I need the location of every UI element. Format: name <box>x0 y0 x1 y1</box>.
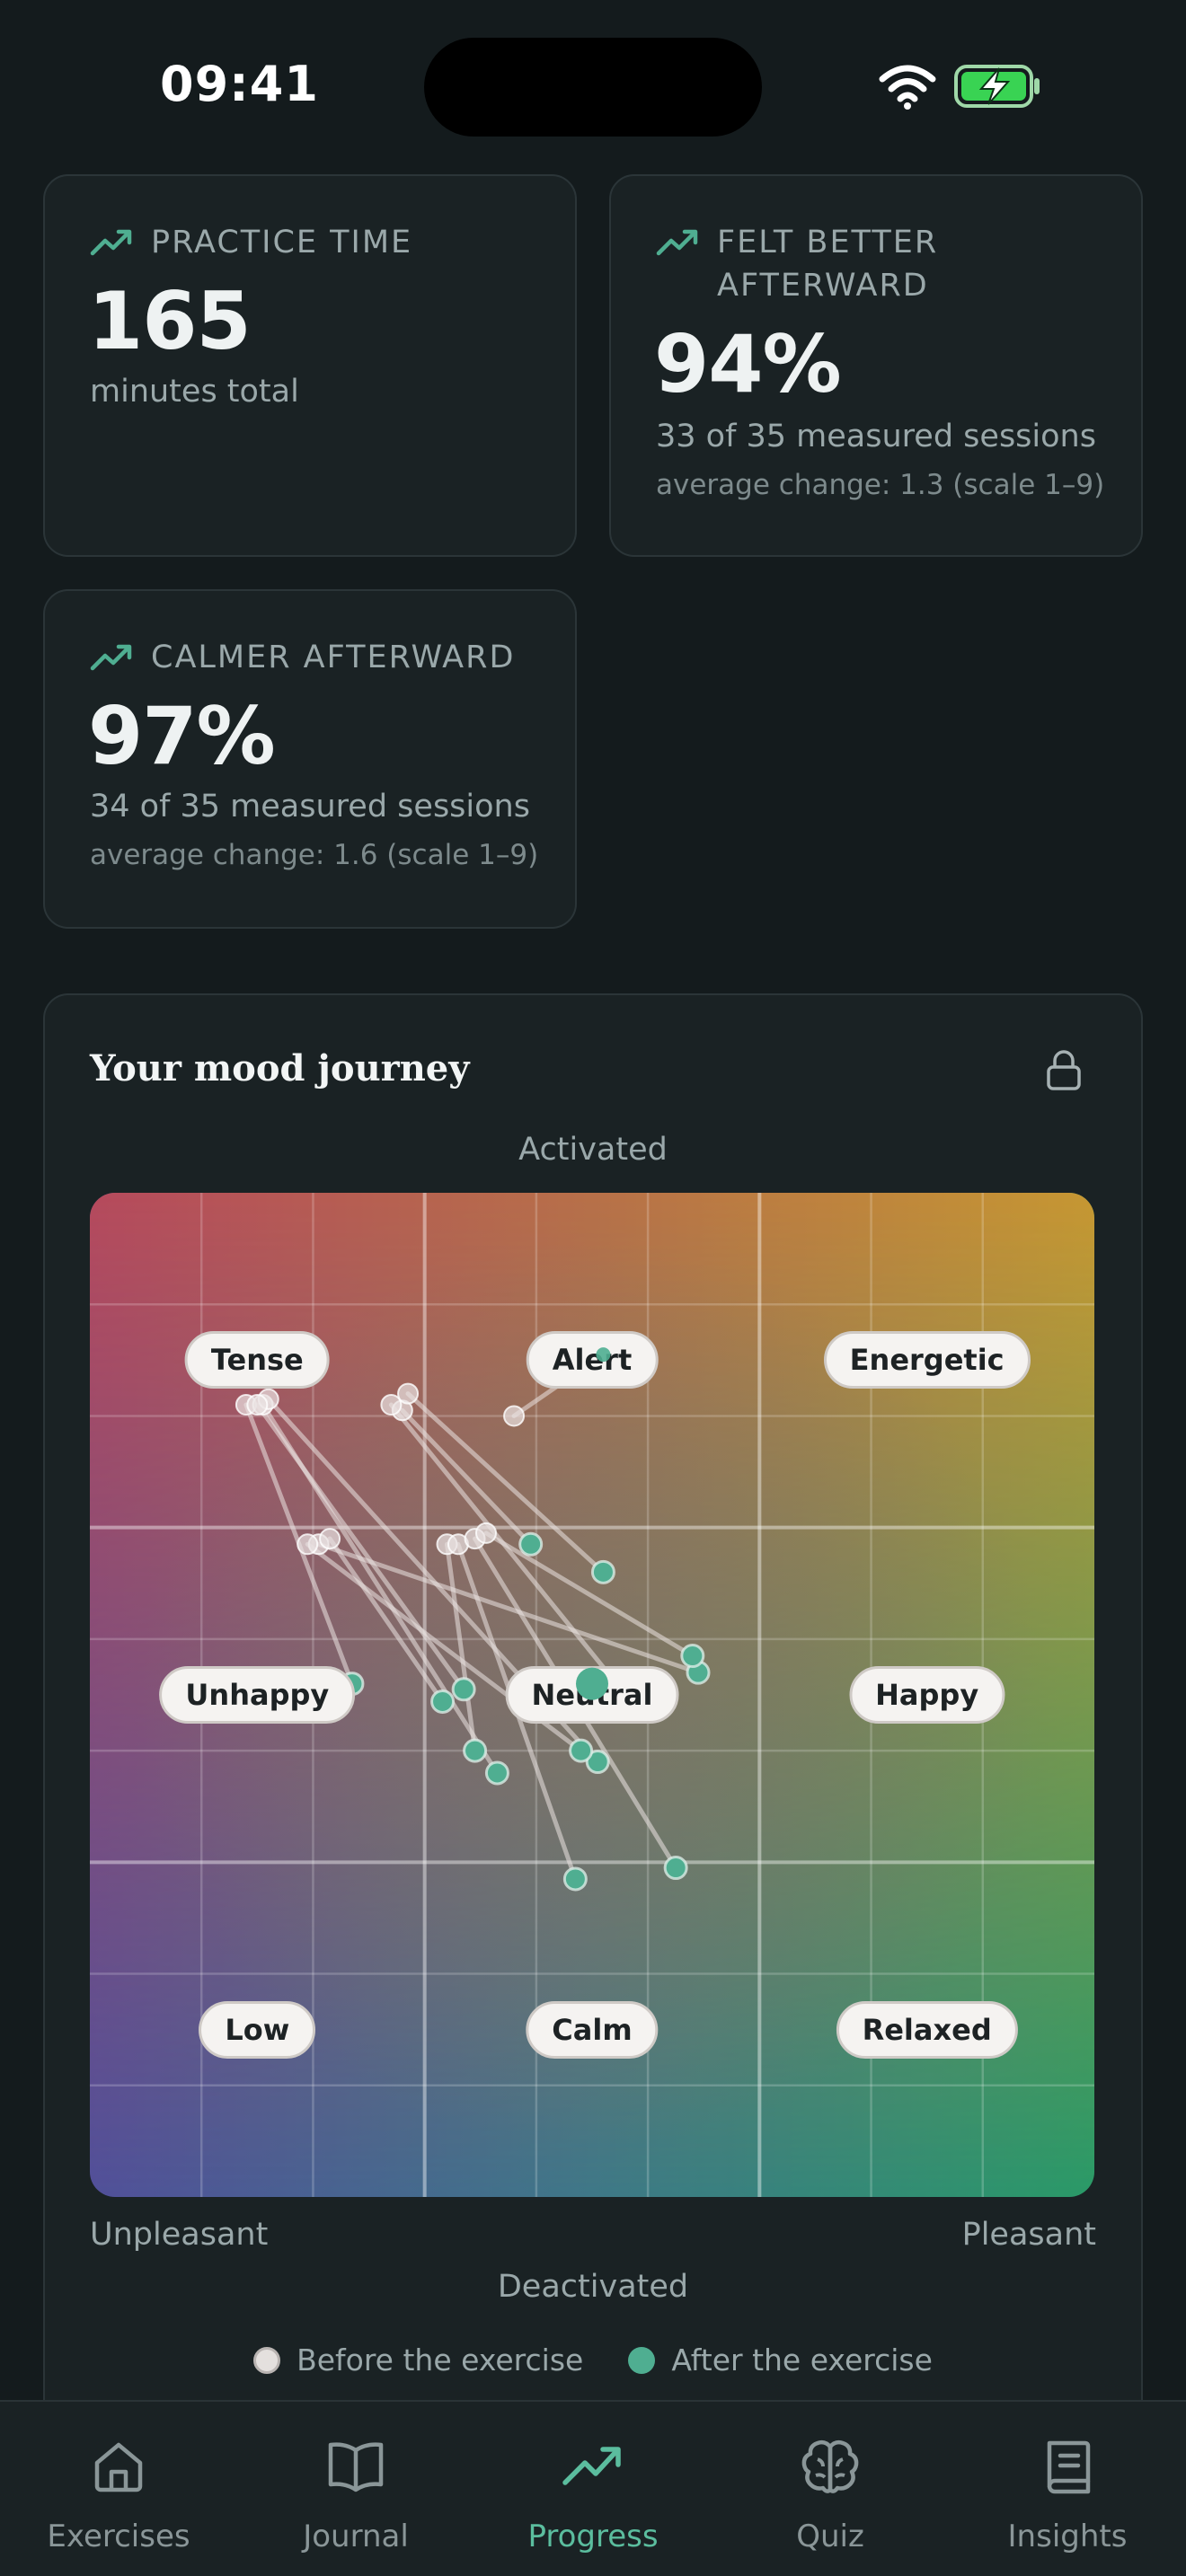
battery-charging-icon <box>954 65 1040 108</box>
stat-average-change: average change: 1.6 (scale 1–9) <box>90 839 539 871</box>
notebook-icon <box>1047 2440 1091 2494</box>
latest-after-point <box>576 1667 608 1700</box>
book-open-icon <box>328 2442 384 2492</box>
stat-subtitle: minutes total <box>90 374 299 410</box>
nav-progress[interactable]: Progress <box>474 2402 712 2576</box>
axis-label-pleasant: Pleasant <box>961 2217 1096 2253</box>
status-time: 09:41 <box>160 56 319 112</box>
nav-quiz[interactable]: Quiz <box>712 2402 949 2576</box>
trending-up-icon <box>90 644 132 671</box>
calmer-card: CALMER AFTERWARD 97% 34 of 35 measured s… <box>43 589 577 929</box>
mood-journey-card: Your mood journey Activated Tense Alert … <box>43 993 1143 2430</box>
stat-subtitle: 34 of 35 measured sessions <box>90 789 530 825</box>
legend-after-dot <box>628 2346 656 2374</box>
trending-up-icon <box>562 2447 621 2485</box>
dynamic-island <box>424 38 762 137</box>
bottom-nav: Exercises Journal Progress Quiz Insights <box>0 2400 1186 2576</box>
stat-label: PRACTICE TIME <box>151 225 413 260</box>
mood-grid: TenseAlertEnergeticUnhappyNeutralHappyLo… <box>90 1193 1094 2197</box>
nav-journal[interactable]: Journal <box>237 2402 474 2576</box>
nav-label: Progress <box>527 2519 659 2554</box>
status-bar: 09:41 <box>0 0 1186 171</box>
legend-before-label: Before the exercise <box>296 2342 584 2378</box>
legend-before-dot <box>253 2346 281 2374</box>
felt-better-card: FELT BETTER AFTERWARD 94% 33 of 35 measu… <box>609 174 1143 557</box>
practice-time-card: PRACTICE TIME 165 minutes total <box>43 174 577 557</box>
stat-label: CALMER AFTERWARD <box>151 640 516 675</box>
legend-after-label: After the exercise <box>671 2342 933 2378</box>
stat-value: 165 <box>88 275 252 367</box>
stat-subtitle: 33 of 35 measured sessions <box>656 419 1096 454</box>
axis-label-activated: Activated <box>518 1132 668 1168</box>
nav-label: Insights <box>1007 2519 1128 2554</box>
stat-average-change: average change: 1.3 (scale 1–9) <box>656 469 1105 501</box>
brain-icon <box>801 2439 859 2493</box>
stat-value: 97% <box>88 690 276 782</box>
nav-exercises[interactable]: Exercises <box>0 2402 237 2576</box>
stat-label: FELT BETTER AFTERWARD <box>717 225 939 304</box>
home-icon <box>94 2442 143 2492</box>
nav-insights[interactable]: Insights <box>949 2402 1186 2576</box>
legend-before: Before the exercise <box>253 2342 583 2378</box>
wifi-icon <box>879 65 936 110</box>
nav-label: Quiz <box>796 2519 864 2554</box>
legend-after: After the exercise <box>628 2342 933 2378</box>
trending-up-icon <box>90 229 132 256</box>
chart-legend: Before the exercise After the exercise <box>45 2342 1141 2378</box>
lock-icon[interactable] <box>1044 1049 1084 1092</box>
mood-journey-title: Your mood journey <box>90 1047 470 1090</box>
after-point-marker <box>596 1347 611 1363</box>
latest-point-layer <box>576 1347 611 1700</box>
axis-label-unpleasant: Unpleasant <box>90 2217 269 2253</box>
axis-label-deactivated: Deactivated <box>497 2269 689 2305</box>
trending-up-icon <box>656 229 698 256</box>
nav-label: Exercises <box>47 2519 190 2554</box>
nav-label: Journal <box>303 2519 409 2554</box>
stat-value: 94% <box>654 318 842 410</box>
